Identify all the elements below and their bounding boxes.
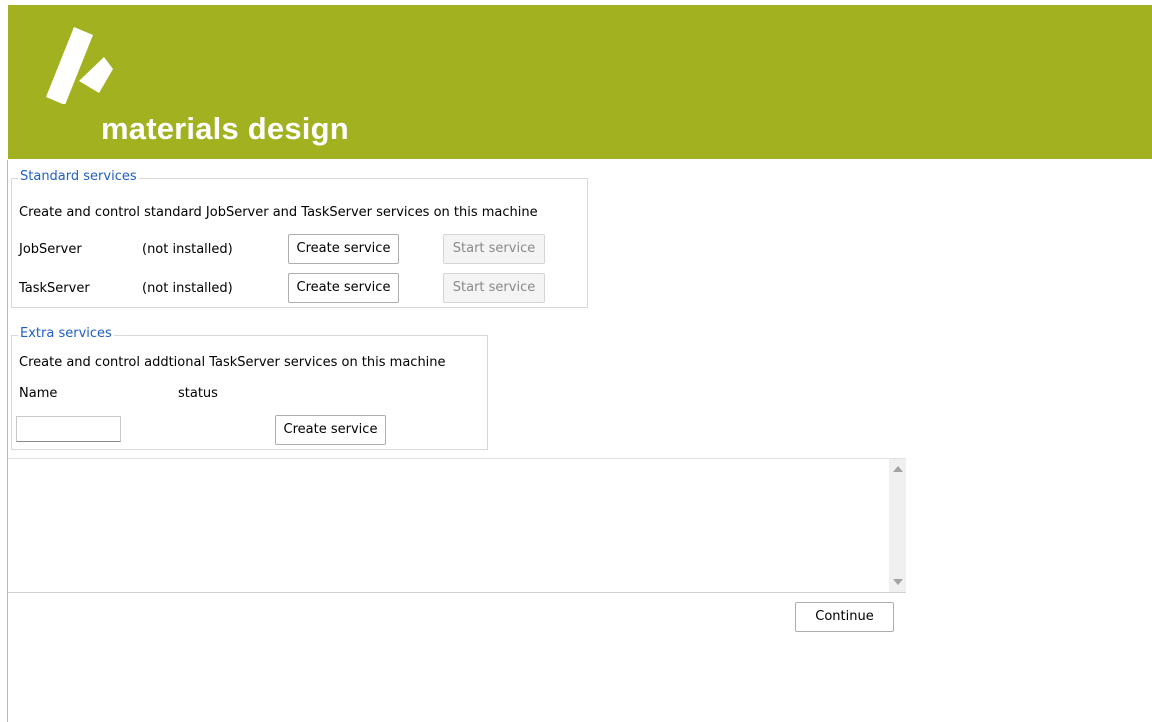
window-left-border [7, 160, 8, 722]
continue-button[interactable]: Continue [795, 602, 894, 632]
installer-window: materials design Standard services Creat… [0, 0, 1152, 722]
scroll-down-arrow-icon[interactable] [893, 579, 903, 585]
brand-name: materials design [101, 111, 349, 146]
scroll-up-arrow-icon[interactable] [893, 466, 903, 472]
standard-services-group: Standard services Create and control sta… [11, 169, 588, 308]
log-vertical-scrollbar[interactable] [889, 459, 906, 592]
jobserver-name: JobServer [19, 242, 82, 257]
extra-create-service-button[interactable]: Create service [275, 415, 386, 445]
taskserver-name: TaskServer [19, 281, 90, 296]
taskserver-create-service-button[interactable]: Create service [288, 273, 399, 303]
taskserver-status: (not installed) [142, 281, 233, 296]
standard-services-legend: Standard services [18, 169, 139, 184]
materials-design-logo-icon [46, 27, 113, 104]
brand-banner: materials design [8, 5, 1152, 159]
extra-services-group: Extra services Create and control addtio… [11, 326, 488, 450]
taskserver-start-service-button[interactable]: Start service [443, 273, 545, 303]
jobserver-start-service-button[interactable]: Start service [443, 234, 545, 264]
extra-service-name-input[interactable] [16, 416, 121, 442]
extra-services-status-header: status [178, 386, 218, 401]
extra-services-description: Create and control addtional TaskServer … [19, 355, 446, 370]
extra-services-legend: Extra services [18, 326, 114, 341]
jobserver-status: (not installed) [142, 242, 233, 257]
standard-services-description: Create and control standard JobServer an… [19, 205, 538, 220]
extra-services-name-header: Name [19, 386, 58, 401]
log-output-textarea[interactable] [8, 458, 906, 593]
jobserver-create-service-button[interactable]: Create service [288, 234, 399, 264]
